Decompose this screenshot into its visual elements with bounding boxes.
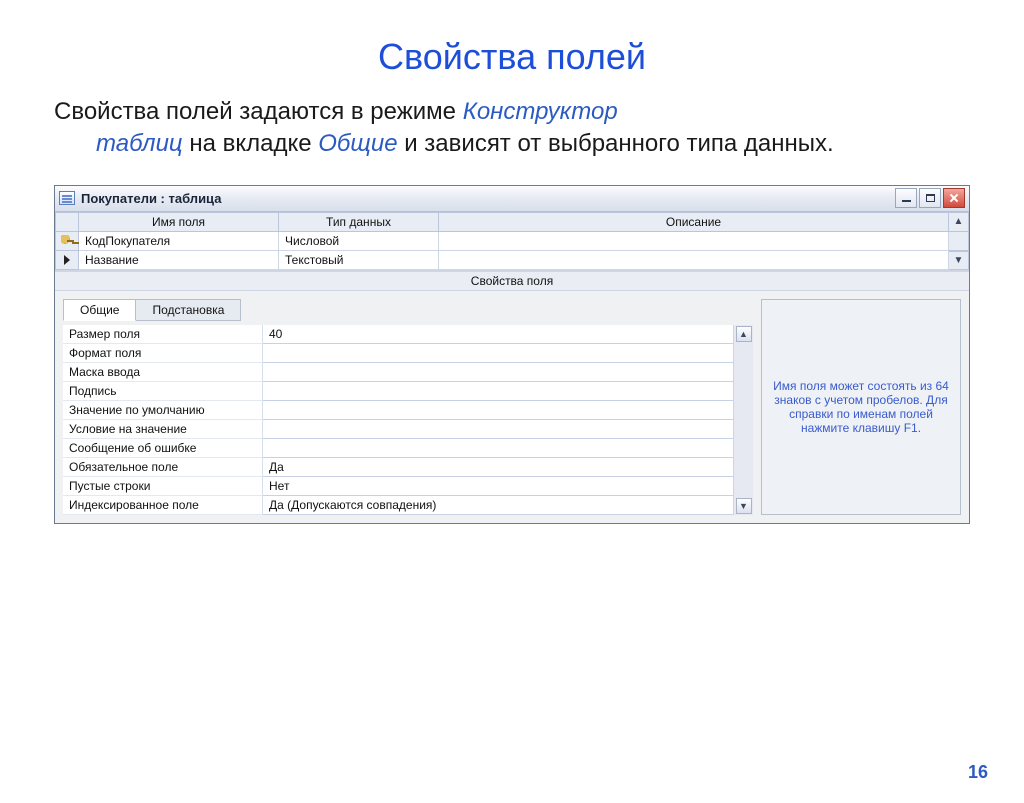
prop-name[interactable]: Маска ввода: [63, 363, 263, 382]
titlebar: Покупатели : таблица: [55, 186, 969, 212]
row-selector-header: [55, 212, 79, 232]
help-panel: Имя поля может состоять из 64 знаков с у…: [761, 299, 961, 515]
prop-value[interactable]: [263, 344, 733, 363]
cell-desc-1[interactable]: [439, 251, 949, 270]
prop-value[interactable]: [263, 420, 733, 439]
table-window: Покупатели : таблица Имя поля Тип данных…: [54, 185, 970, 524]
prop-value[interactable]: Да: [263, 458, 733, 477]
col-desc-header[interactable]: Описание: [439, 212, 949, 232]
prop-value[interactable]: [263, 401, 733, 420]
tab-lookup[interactable]: Подстановка: [135, 299, 241, 321]
scroll-up-icon[interactable]: ▲: [736, 326, 752, 342]
body-em1: Конструктор: [463, 98, 618, 125]
prop-name[interactable]: Обязательное поле: [63, 458, 263, 477]
body-prefix: Свойства полей задаются в режиме: [54, 98, 463, 125]
cell-type-1[interactable]: Текстовый: [279, 251, 439, 270]
col-name-header[interactable]: Имя поля: [79, 212, 279, 232]
row-selector[interactable]: [55, 232, 79, 251]
prop-name[interactable]: Значение по умолчанию: [63, 401, 263, 420]
fields-grid: Имя поля Тип данных Описание ▲ КодПокупа…: [55, 212, 969, 271]
scroll-down-button[interactable]: ▼: [949, 251, 969, 270]
slide-title: Свойства полей: [0, 36, 1024, 78]
body-em2: таблиц: [96, 130, 183, 157]
prop-name[interactable]: Размер поля: [63, 325, 263, 344]
minimize-button[interactable]: [895, 188, 917, 208]
scroll-up-button[interactable]: ▲: [949, 212, 969, 232]
properties-grid: Размер поля 40 ▲ ▼ Формат поля Маска вво…: [63, 325, 753, 515]
prop-name[interactable]: Подпись: [63, 382, 263, 401]
scroll-down-icon[interactable]: ▼: [736, 498, 752, 514]
scrollbar-track[interactable]: [949, 232, 969, 251]
col-type-header[interactable]: Тип данных: [279, 212, 439, 232]
properties-panel: Общие Подстановка Размер поля 40 ▲ ▼ Фор…: [63, 299, 753, 515]
window-title: Покупатели : таблица: [81, 191, 221, 206]
prop-name[interactable]: Пустые строки: [63, 477, 263, 496]
maximize-button[interactable]: [919, 188, 941, 208]
close-button[interactable]: [943, 188, 965, 208]
help-text: Имя поля может состоять из 64 знаков с у…: [770, 379, 952, 435]
prop-value[interactable]: [263, 382, 733, 401]
prop-value[interactable]: 40: [263, 325, 733, 344]
tab-general[interactable]: Общие: [63, 299, 136, 321]
body-mid: на вкладке: [183, 130, 319, 157]
prop-value[interactable]: [263, 363, 733, 382]
row-selector[interactable]: [55, 251, 79, 270]
prop-name[interactable]: Формат поля: [63, 344, 263, 363]
body-suffix: и зависят от выбранного типа данных.: [398, 130, 834, 157]
page-number: 16: [968, 762, 988, 783]
cell-name-1[interactable]: Название: [79, 251, 279, 270]
body-em3: Общие: [318, 130, 397, 157]
cell-name-0[interactable]: КодПокупателя: [79, 232, 279, 251]
properties-section-label: Свойства поля: [55, 271, 969, 291]
prop-name[interactable]: Сообщение об ошибке: [63, 439, 263, 458]
prop-name[interactable]: Индексированное поле: [63, 496, 263, 515]
properties-scrollbar[interactable]: ▲ ▼: [733, 325, 753, 515]
cell-desc-0[interactable]: [439, 232, 949, 251]
cell-type-0[interactable]: Числовой: [279, 232, 439, 251]
current-row-icon: [64, 255, 70, 265]
prop-value[interactable]: Да (Допускаются совпадения): [263, 496, 733, 515]
slide-body: Свойства полей задаются в режиме Констру…: [54, 96, 970, 161]
primary-key-icon: [61, 235, 73, 247]
prop-name[interactable]: Условие на значение: [63, 420, 263, 439]
prop-value[interactable]: [263, 439, 733, 458]
table-icon: [59, 191, 75, 205]
prop-value[interactable]: Нет: [263, 477, 733, 496]
